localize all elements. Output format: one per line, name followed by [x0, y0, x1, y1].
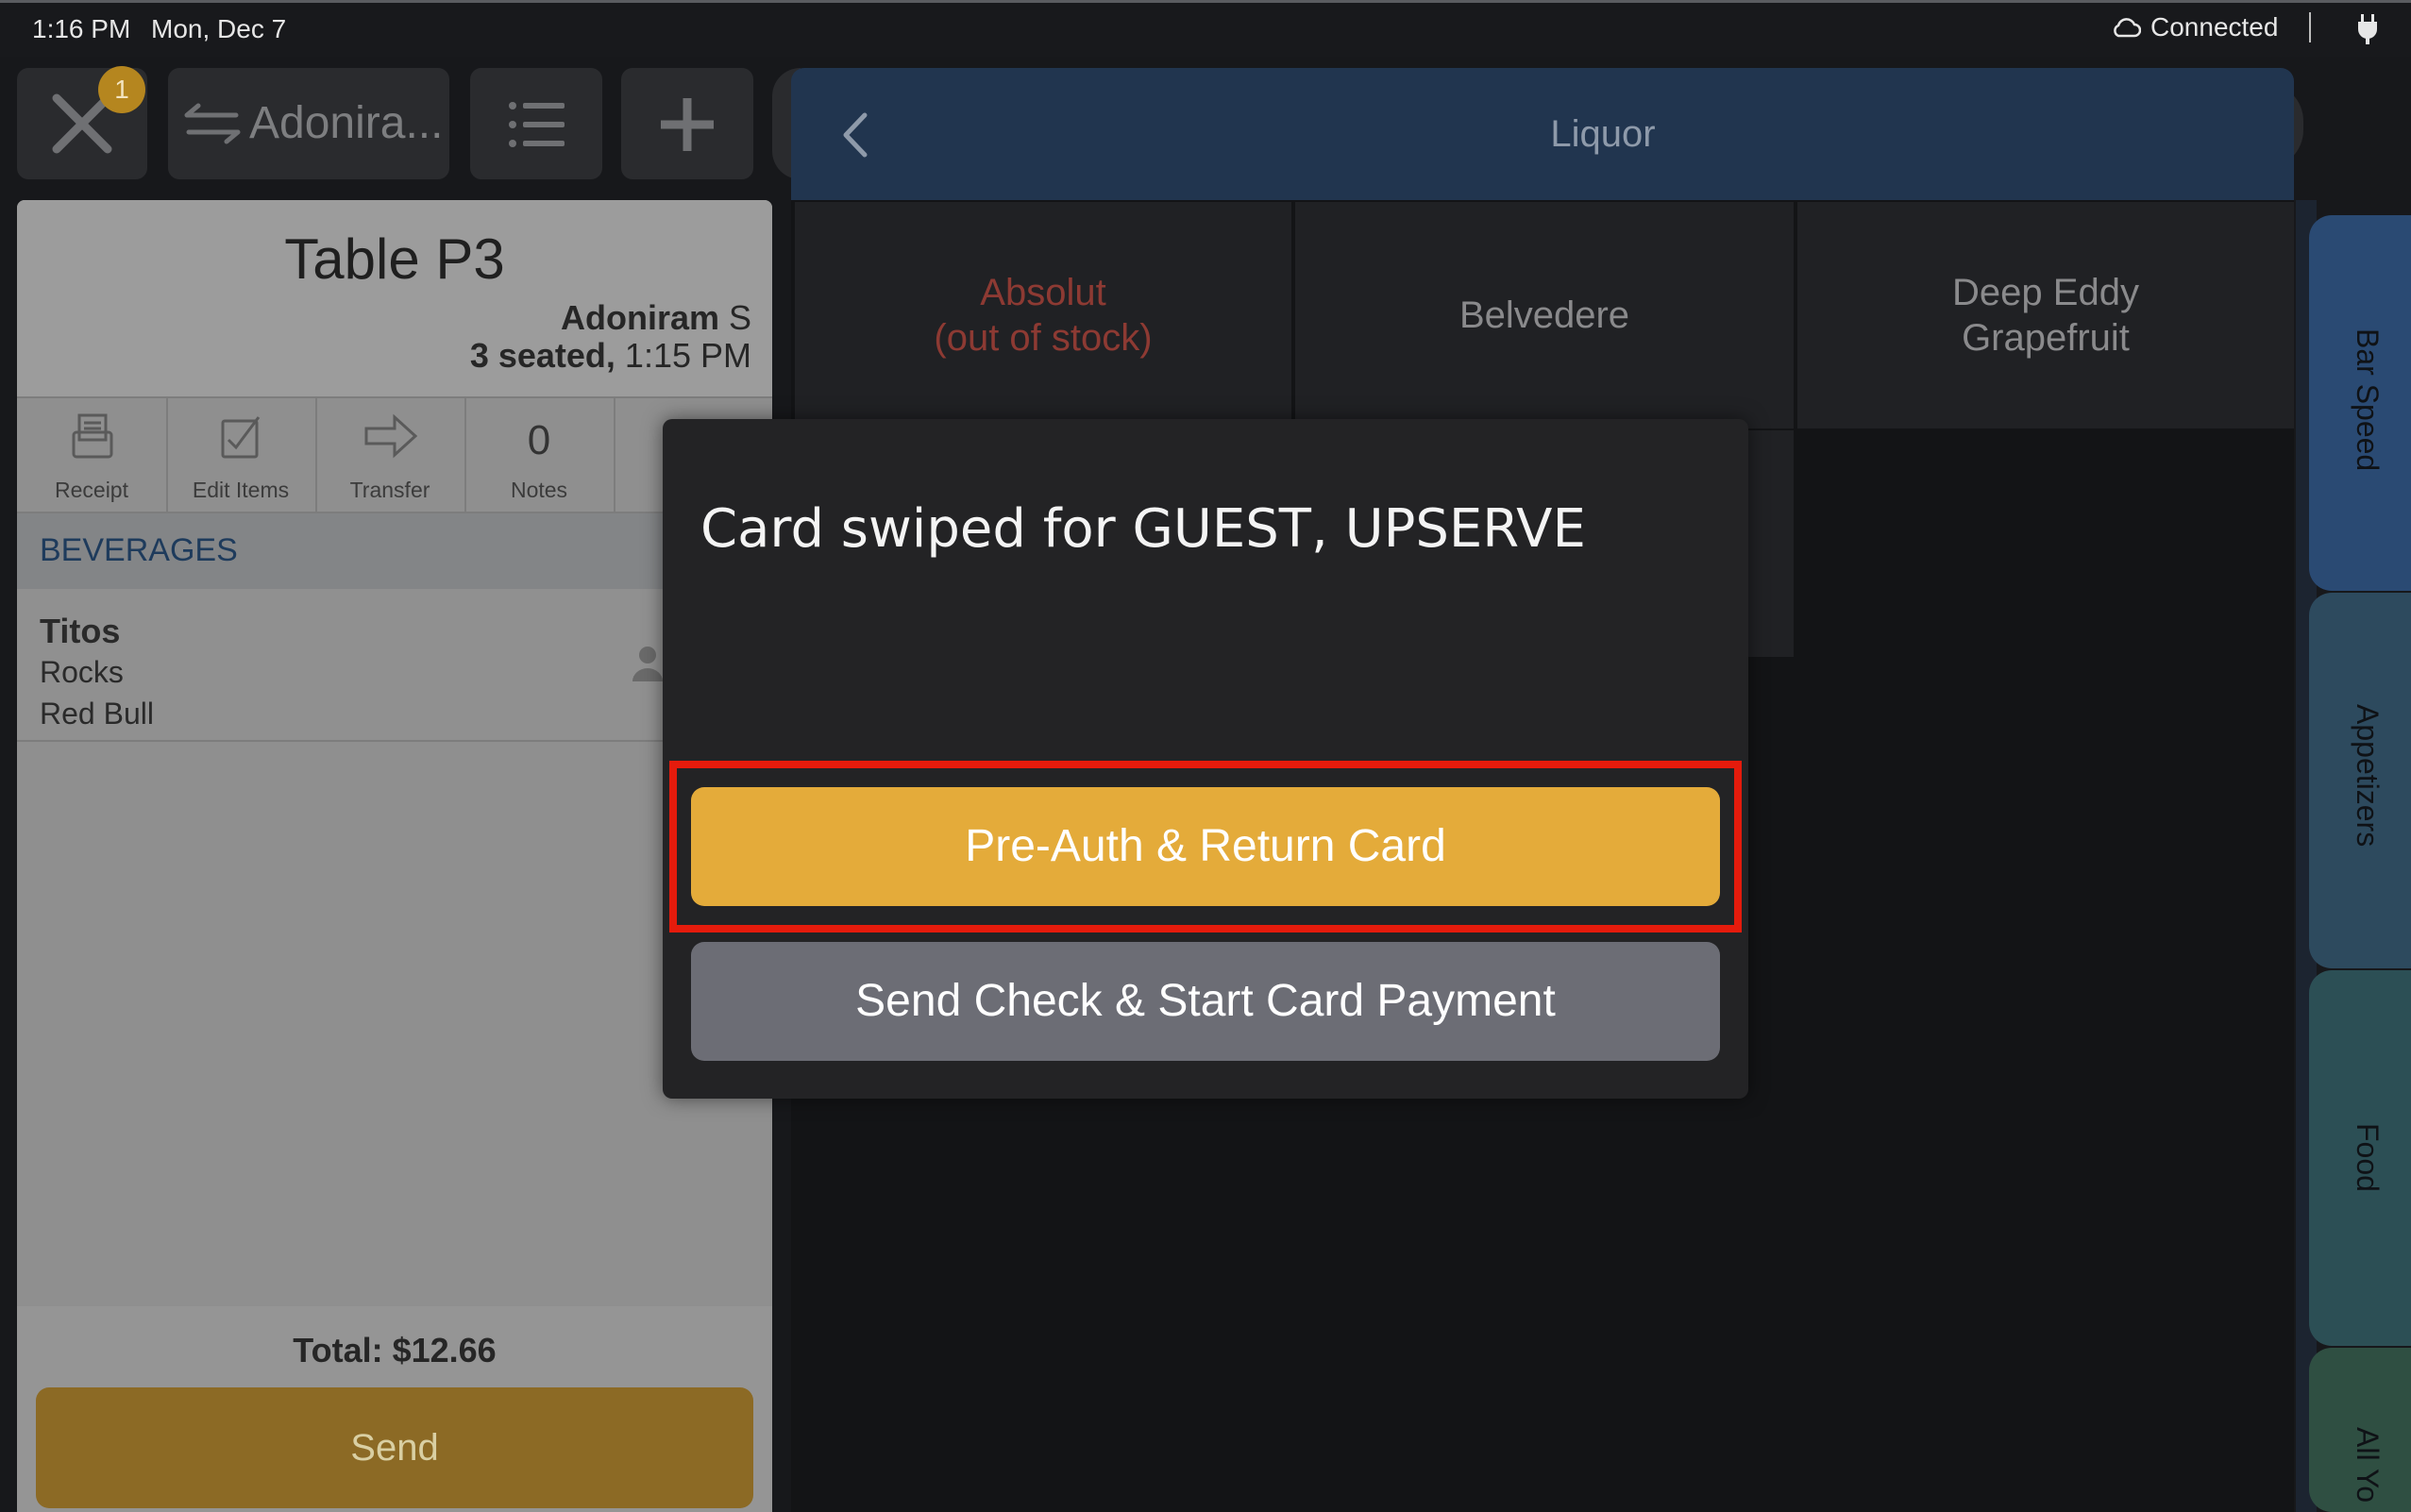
status-date: Mon, Dec 7 [151, 14, 287, 43]
check-footer: Total: $12.66 Send [17, 1306, 772, 1512]
category-tab-all[interactable]: All Yo [2309, 1348, 2411, 1512]
connection-status: Connected [2111, 12, 2278, 42]
connection-label: Connected [2150, 12, 2279, 42]
table-name: Table P3 [284, 227, 505, 291]
status-divider [2309, 12, 2311, 42]
order-item[interactable]: Titos Rocks Red Bull [17, 589, 772, 742]
transfer-button[interactable]: Transfer [315, 398, 466, 512]
check-header: Table P3 Adoniram S 3 seated, 1:15 PM [17, 200, 772, 396]
notes-label: Notes [510, 478, 568, 502]
notes-count: 0 [527, 417, 551, 463]
section-header: BEVERAGES [17, 513, 772, 589]
category-tab-label: Appetizers [2351, 704, 2385, 848]
status-time: 1:16 PM [32, 14, 131, 43]
power-plug-icon [2358, 14, 2377, 44]
menu-category-title: Liquor [1550, 113, 1656, 155]
receipt-icon [72, 413, 113, 459]
server-name: Adoniram S [560, 298, 751, 337]
edit-checklist-icon [221, 416, 261, 459]
menu-header: Liquor [791, 68, 2294, 200]
category-tab-label: Food [2351, 1123, 2385, 1192]
list-icon [509, 102, 565, 147]
cloud-icon [2114, 18, 2141, 38]
menu-list-button[interactable] [470, 68, 602, 179]
item-modifier: Rocks [40, 655, 124, 689]
category-tab-label: All Yo [2351, 1427, 2385, 1504]
server-button-label: Adonira... [249, 98, 444, 148]
edit-items-label: Edit Items [192, 478, 290, 502]
menu-item-name: Belvedere [1458, 294, 1630, 336]
check-total: Total: $12.66 [293, 1331, 497, 1369]
item-name: Titos [40, 612, 121, 650]
status-bar: 1:16 PM Mon, Dec 7 Connected [0, 0, 2411, 57]
menu-item-name: Absolut [980, 272, 1106, 313]
check-panel: Table P3 Adoniram S 3 seated, 1:15 PM Re… [17, 200, 772, 1512]
notes-button[interactable]: 0 Notes [464, 398, 615, 512]
switch-server-button[interactable]: Adonira... [168, 68, 449, 179]
check-actions: Receipt Edit Items Transfer 0 Notes [17, 396, 772, 513]
category-tab-food[interactable]: Food [2309, 970, 2411, 1346]
add-button[interactable] [621, 68, 753, 179]
swap-arrows-icon [184, 103, 241, 144]
category-tab-bar-speed[interactable]: Bar Speed [2309, 215, 2411, 591]
send-button[interactable]: Send [36, 1387, 753, 1508]
dialog-message: Card swiped for GUEST, UPSERVE [700, 498, 1586, 560]
preauth-return-card-button[interactable]: Pre-Auth & Return Card [691, 787, 1720, 906]
menu-item-name-line2: Grapefruit [1962, 317, 2130, 359]
edit-items-button[interactable]: Edit Items [166, 398, 317, 512]
transfer-label: Transfer [349, 478, 430, 502]
notification-badge: 1 [98, 66, 145, 113]
receipt-label: Receipt [55, 478, 128, 502]
seated-info: 3 seated, 1:15 PM [469, 336, 751, 375]
arrow-right-icon [364, 413, 418, 459]
menu-item-name: Deep Eddy [1952, 272, 2139, 313]
item-modifier: Red Bull [40, 697, 154, 731]
menu-item-deep-eddy[interactable]: Deep Eddy Grapefruit [1797, 202, 2294, 428]
menu-item-status: (out of stock) [934, 317, 1153, 359]
section-title: BEVERAGES [40, 532, 238, 568]
category-tab-label: Bar Speed [2351, 328, 2385, 472]
receipt-button[interactable]: Receipt [17, 398, 168, 512]
menu-item-absolut[interactable]: Absolut (out of stock) [795, 202, 1291, 428]
send-check-start-payment-button[interactable]: Send Check & Start Card Payment [691, 942, 1720, 1061]
person-icon [632, 647, 663, 681]
card-swipe-dialog: Card swiped for GUEST, UPSERVE Pre-Auth … [663, 419, 1748, 1099]
plus-icon [661, 98, 714, 151]
menu-item-belvedere[interactable]: Belvedere [1295, 202, 1794, 428]
category-tab-appetizers[interactable]: Appetizers [2309, 593, 2411, 968]
pos-screen: 1:16 PM Mon, Dec 7 Connected 1 Adonira..… [0, 0, 2411, 1512]
